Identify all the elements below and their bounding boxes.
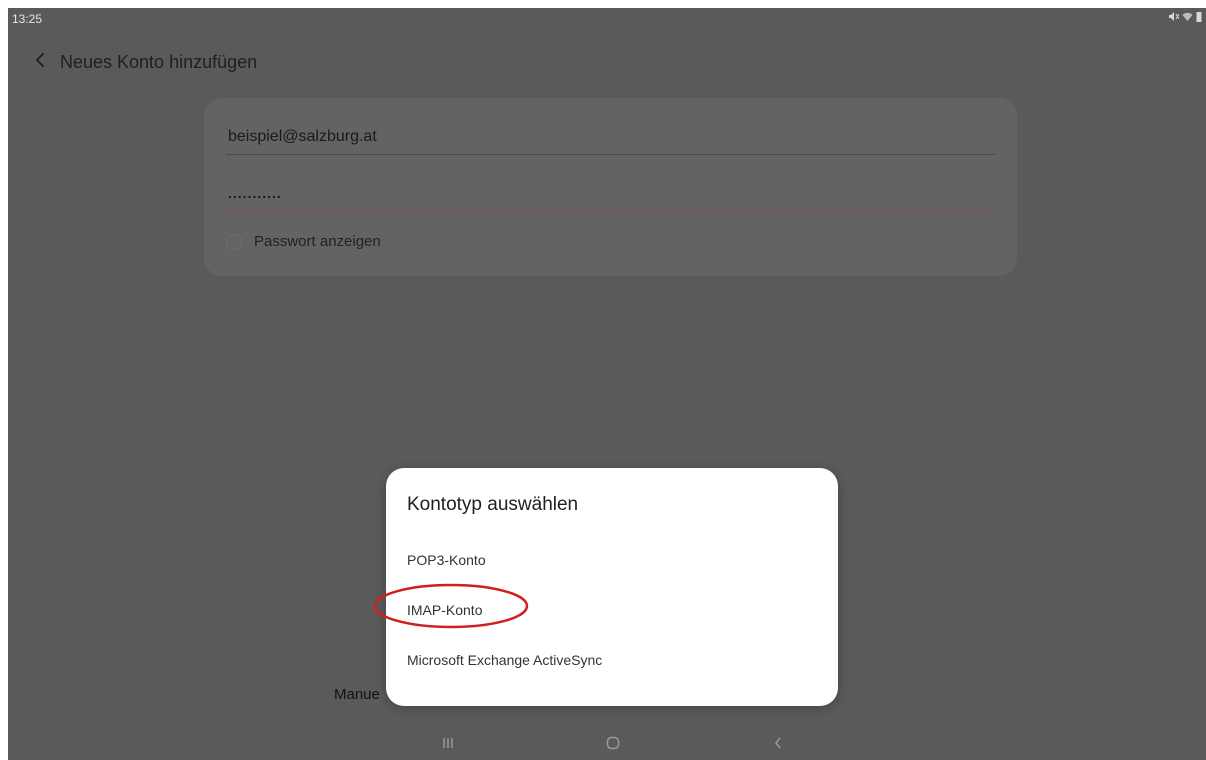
option-imap[interactable]: IMAP-Konto	[407, 600, 482, 620]
tablet-screen: 13:25 Neues Konto hinzufügen beispiel@sa…	[8, 8, 1206, 760]
nav-back-button[interactable]	[763, 734, 793, 756]
account-type-dialog: Kontotyp auswählen POP3-Konto IMAP-Konto…	[386, 468, 838, 706]
show-password-checkbox[interactable]	[226, 233, 242, 250]
manual-setup-button[interactable]: Manue	[334, 686, 380, 703]
status-icons	[1168, 11, 1202, 25]
mute-icon	[1168, 11, 1180, 25]
home-button[interactable]	[598, 734, 628, 756]
email-field[interactable]	[226, 120, 998, 155]
password-field[interactable]	[226, 176, 998, 211]
show-password-label: Passwort anzeigen	[254, 233, 381, 250]
status-time: 13:25	[12, 12, 43, 26]
back-icon	[773, 736, 783, 755]
login-form-card: Passwort anzeigen	[204, 98, 1017, 276]
back-button[interactable]	[28, 50, 52, 74]
email-input[interactable]	[226, 120, 998, 154]
home-icon	[606, 736, 620, 755]
show-password-toggle[interactable]: Passwort anzeigen	[226, 233, 381, 250]
chevron-left-icon	[34, 52, 46, 73]
app-bar: Neues Konto hinzufügen	[28, 48, 257, 76]
page-title: Neues Konto hinzufügen	[60, 51, 258, 72]
battery-icon	[1196, 11, 1202, 25]
recent-apps-icon	[442, 736, 454, 754]
recent-apps-button[interactable]	[433, 734, 463, 756]
option-exchange-activesync[interactable]: Microsoft Exchange ActiveSync	[407, 650, 602, 670]
wifi-icon	[1182, 11, 1193, 25]
dialog-title: Kontotyp auswählen	[407, 494, 579, 515]
password-input[interactable]	[226, 176, 998, 210]
status-bar: 13:25	[8, 8, 1206, 30]
system-nav-bar	[8, 730, 1206, 760]
option-pop3[interactable]: POP3-Konto	[407, 550, 486, 570]
